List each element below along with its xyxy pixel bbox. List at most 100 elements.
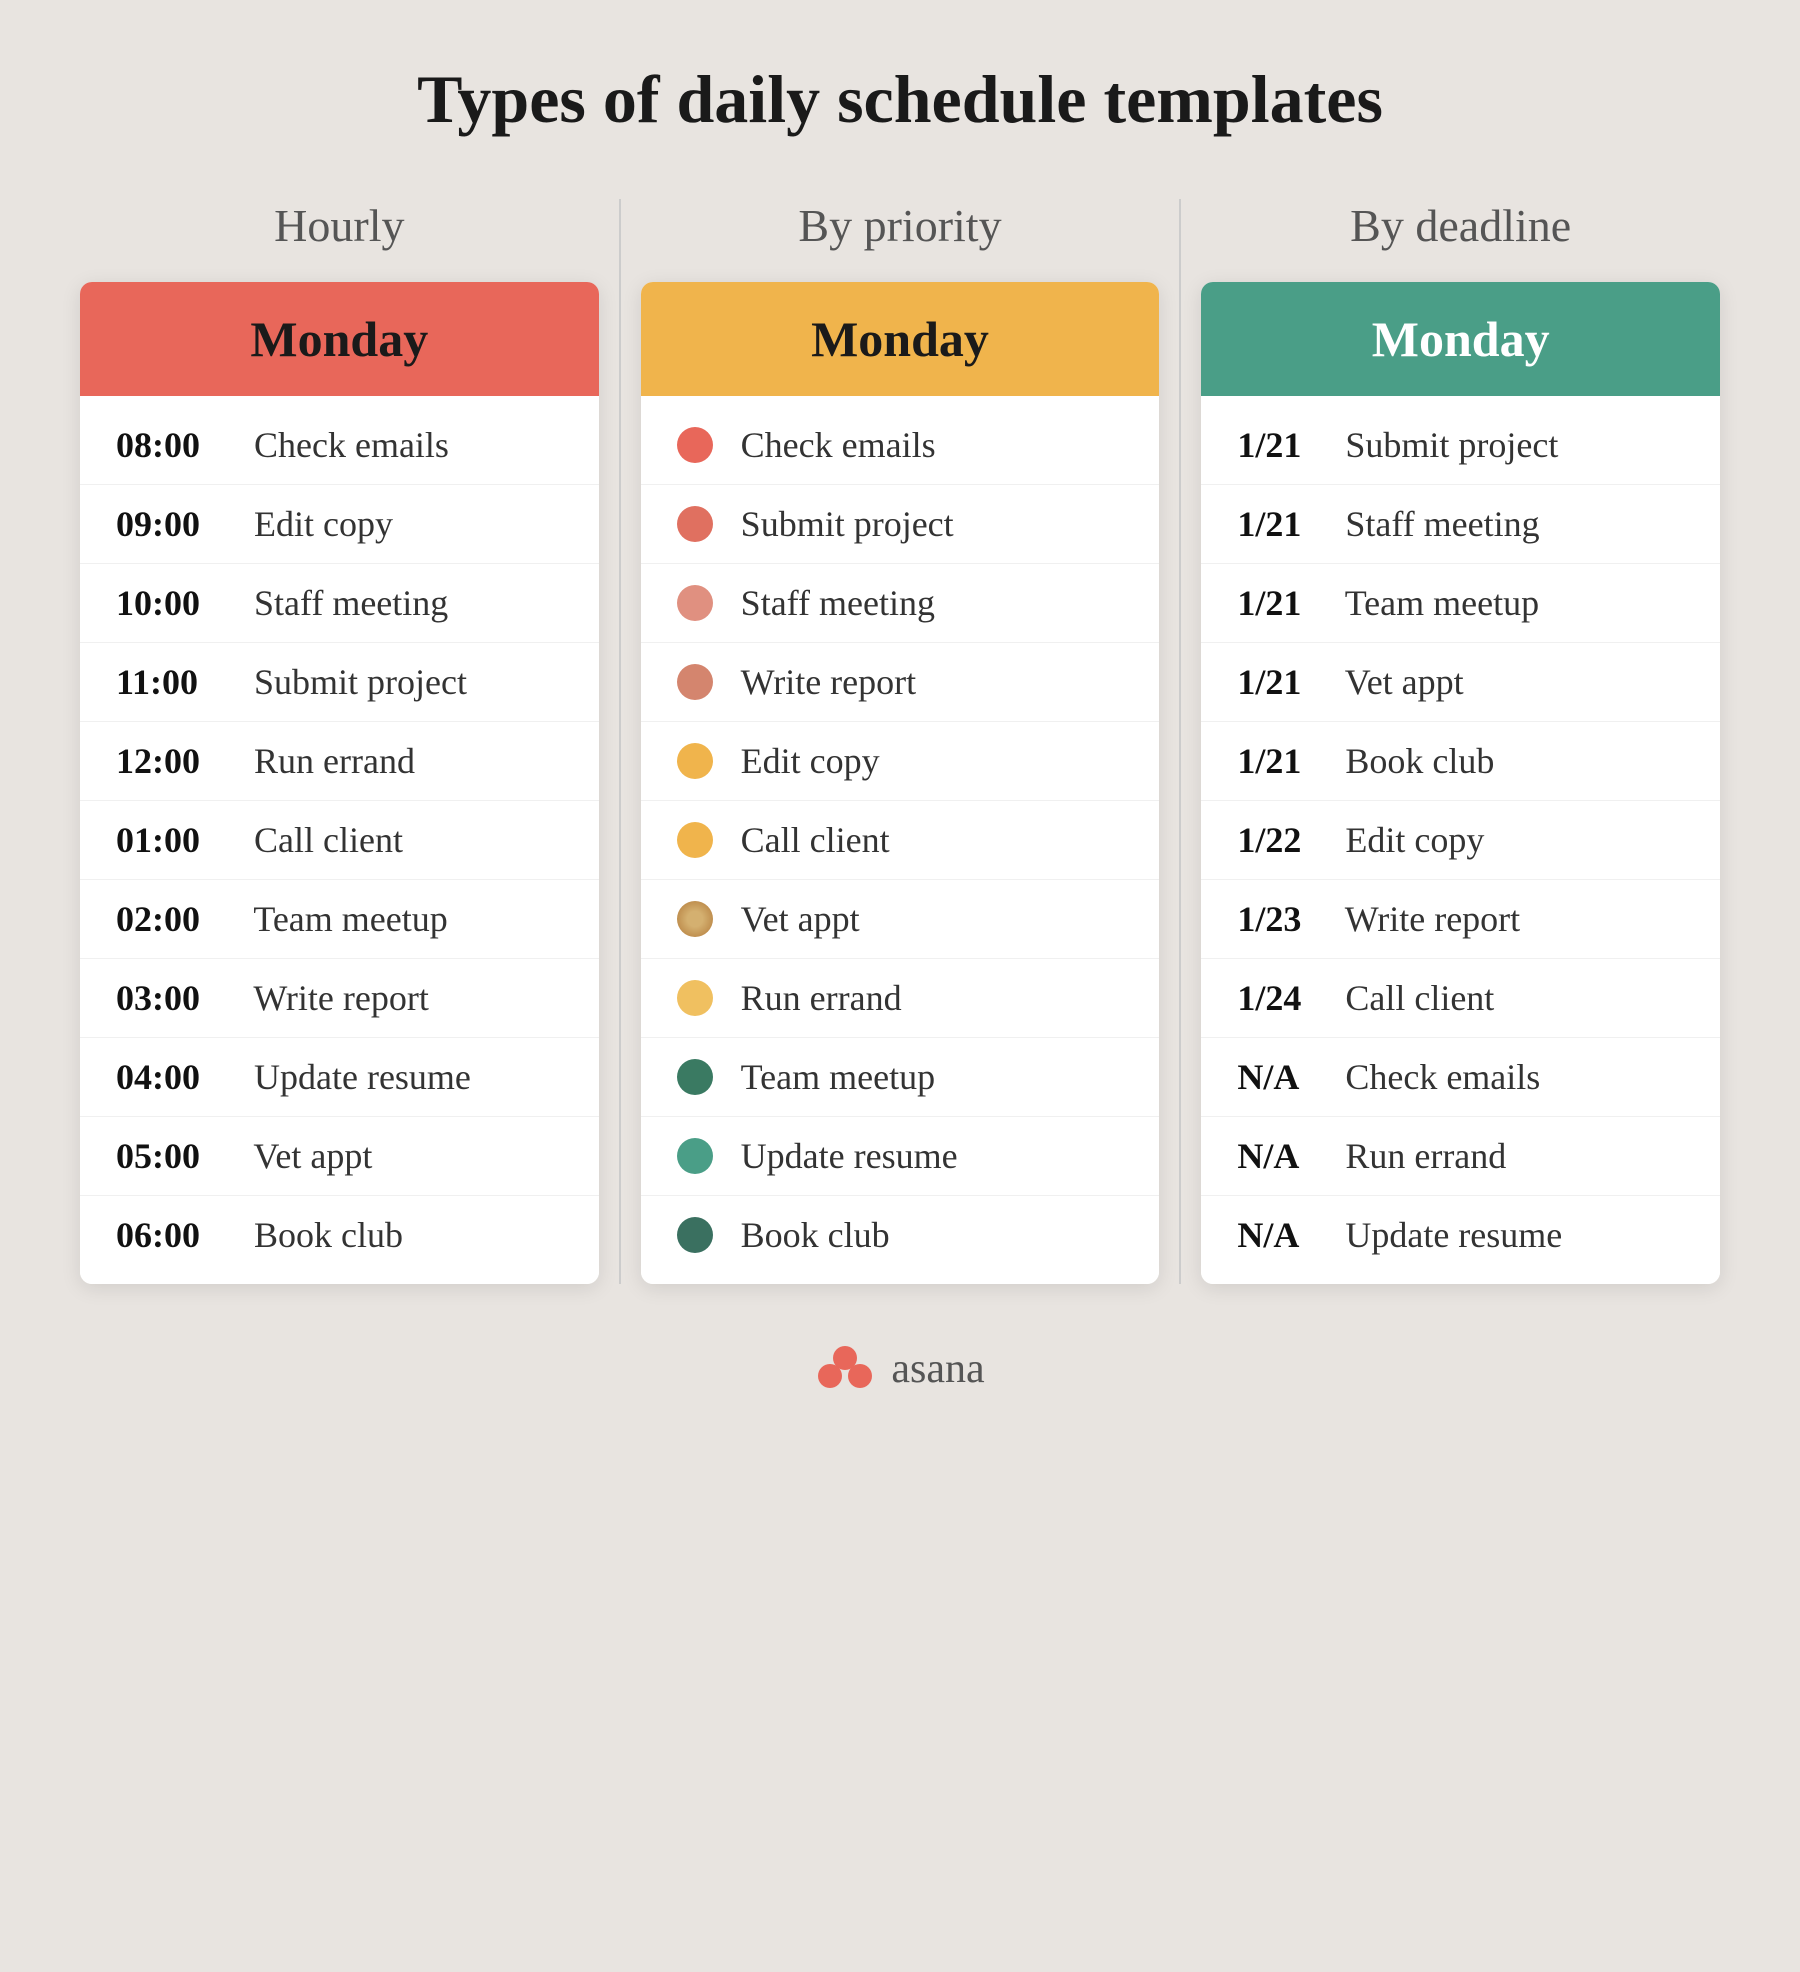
task-label: Check emails xyxy=(236,424,449,466)
table-row: 06:00 Book club xyxy=(80,1196,599,1274)
task-label: Call client xyxy=(236,819,403,861)
task-label: Edit copy xyxy=(236,503,393,545)
hourly-card-header: Monday xyxy=(80,282,599,396)
task-label: Run errand xyxy=(741,977,902,1019)
deadline-label: N/A xyxy=(1237,1056,1327,1098)
priority-dot xyxy=(677,901,713,937)
table-row: Submit project xyxy=(641,485,1160,564)
table-row: 02:00 Team meetup xyxy=(80,880,599,959)
table-row: Check emails xyxy=(641,406,1160,485)
table-row: Team meetup xyxy=(641,1038,1160,1117)
priority-dot xyxy=(677,1217,713,1253)
priority-dot xyxy=(677,585,713,621)
time-label: 09:00 xyxy=(116,503,236,545)
task-label: Team meetup xyxy=(236,898,448,940)
table-row: Call client xyxy=(641,801,1160,880)
deadline-label: 1/22 xyxy=(1237,819,1327,861)
columns-container: Hourly Monday 08:00 Check emails 09:00 E… xyxy=(80,199,1720,1284)
task-label: Update resume xyxy=(741,1135,958,1177)
table-row: 08:00 Check emails xyxy=(80,406,599,485)
task-label: Team meetup xyxy=(1327,582,1539,624)
table-row: N/A Check emails xyxy=(1201,1038,1720,1117)
task-label: Vet appt xyxy=(741,898,860,940)
task-label: Book club xyxy=(236,1214,403,1256)
table-row: Write report xyxy=(641,643,1160,722)
deadline-column: By deadline Monday 1/21 Submit project 1… xyxy=(1201,199,1720,1284)
priority-dot xyxy=(677,1138,713,1174)
table-row: 1/22 Edit copy xyxy=(1201,801,1720,880)
table-row: 10:00 Staff meeting xyxy=(80,564,599,643)
task-label: Write report xyxy=(741,661,916,703)
table-row: 1/21 Submit project xyxy=(1201,406,1720,485)
priority-card-header: Monday xyxy=(641,282,1160,396)
task-label: Edit copy xyxy=(1327,819,1484,861)
priority-dot xyxy=(677,664,713,700)
deadline-label: N/A xyxy=(1237,1214,1327,1256)
task-label: Book club xyxy=(741,1214,890,1256)
table-row: 12:00 Run errand xyxy=(80,722,599,801)
task-label: Call client xyxy=(1327,977,1494,1019)
deadline-label: 1/21 xyxy=(1237,661,1327,703)
priority-dot xyxy=(677,743,713,779)
time-label: 01:00 xyxy=(116,819,236,861)
deadline-label: N/A xyxy=(1237,1135,1327,1177)
priority-dot xyxy=(677,980,713,1016)
task-label: Run errand xyxy=(236,740,415,782)
task-label: Submit project xyxy=(236,661,467,703)
time-label: 05:00 xyxy=(116,1135,236,1177)
table-row: N/A Update resume xyxy=(1201,1196,1720,1274)
time-label: 11:00 xyxy=(116,661,236,703)
task-label: Check emails xyxy=(741,424,936,466)
time-label: 10:00 xyxy=(116,582,236,624)
task-label: Write report xyxy=(1327,898,1520,940)
hourly-card: Monday 08:00 Check emails 09:00 Edit cop… xyxy=(80,282,599,1284)
priority-dot xyxy=(677,506,713,542)
priority-card: Monday Check emails Submit project Staff… xyxy=(641,282,1160,1284)
task-label: Staff meeting xyxy=(236,582,448,624)
task-label: Update resume xyxy=(1327,1214,1562,1256)
deadline-card-body: 1/21 Submit project 1/21 Staff meeting 1… xyxy=(1201,396,1720,1284)
deadline-label: 1/21 xyxy=(1237,740,1327,782)
deadline-card: Monday 1/21 Submit project 1/21 Staff me… xyxy=(1201,282,1720,1284)
priority-dot xyxy=(677,427,713,463)
page-title: Types of daily schedule templates xyxy=(417,60,1383,139)
asana-footer: asana xyxy=(815,1344,984,1394)
deadline-header-label: By deadline xyxy=(1350,199,1571,252)
table-row: 1/21 Vet appt xyxy=(1201,643,1720,722)
table-row: 05:00 Vet appt xyxy=(80,1117,599,1196)
asana-brand-name: asana xyxy=(891,1345,984,1393)
priority-card-body: Check emails Submit project Staff meetin… xyxy=(641,396,1160,1284)
task-label: Staff meeting xyxy=(1327,503,1539,545)
table-row: 11:00 Submit project xyxy=(80,643,599,722)
table-row: 1/21 Team meetup xyxy=(1201,564,1720,643)
task-label: Submit project xyxy=(741,503,954,545)
task-label: Submit project xyxy=(1327,424,1558,466)
deadline-label: 1/21 xyxy=(1237,424,1327,466)
task-label: Team meetup xyxy=(741,1056,935,1098)
table-row: N/A Run errand xyxy=(1201,1117,1720,1196)
task-label: Write report xyxy=(236,977,429,1019)
table-row: Book club xyxy=(641,1196,1160,1274)
time-label: 06:00 xyxy=(116,1214,236,1256)
task-label: Call client xyxy=(741,819,890,861)
task-label: Book club xyxy=(1327,740,1494,782)
table-row: 1/21 Book club xyxy=(1201,722,1720,801)
divider-2 xyxy=(1179,199,1181,1284)
time-label: 08:00 xyxy=(116,424,236,466)
divider-1 xyxy=(619,199,621,1284)
priority-column: By priority Monday Check emails Submit p… xyxy=(641,199,1160,1284)
deadline-label: 1/23 xyxy=(1237,898,1327,940)
hourly-header-label: Hourly xyxy=(274,199,404,252)
task-label: Edit copy xyxy=(741,740,880,782)
task-label: Vet appt xyxy=(236,1135,372,1177)
deadline-label: 1/21 xyxy=(1237,503,1327,545)
time-label: 12:00 xyxy=(116,740,236,782)
task-label: Check emails xyxy=(1327,1056,1540,1098)
task-label: Vet appt xyxy=(1327,661,1463,703)
priority-dot xyxy=(677,822,713,858)
priority-dot xyxy=(677,1059,713,1095)
time-label: 02:00 xyxy=(116,898,236,940)
table-row: 1/23 Write report xyxy=(1201,880,1720,959)
deadline-label: 1/21 xyxy=(1237,582,1327,624)
table-row: 01:00 Call client xyxy=(80,801,599,880)
